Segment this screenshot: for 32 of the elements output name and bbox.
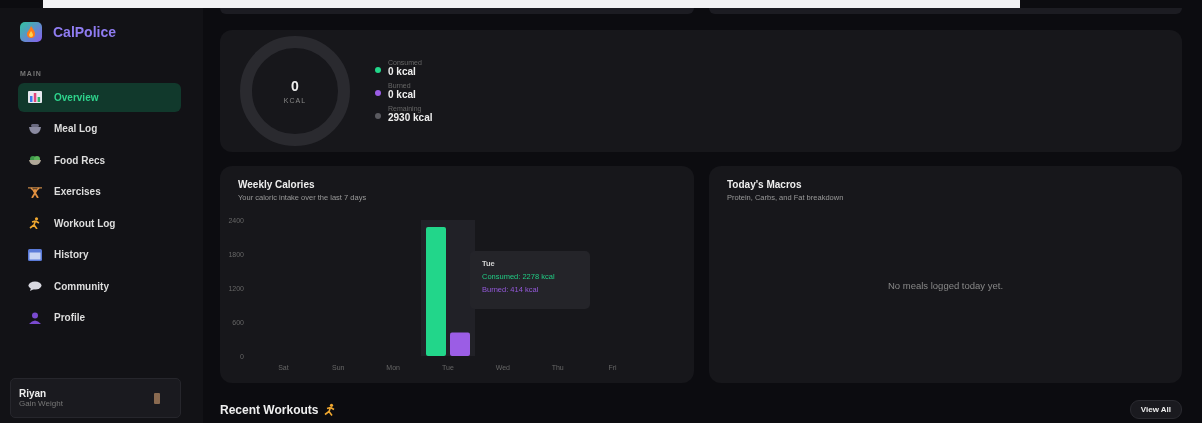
flame-logo-icon [20,22,42,42]
weightlifter-icon [28,185,42,198]
stat-value: 0 kcal [388,89,416,100]
speech-bubble-icon [28,280,42,293]
bar [450,332,470,356]
user-goal: Gain Weight [19,399,63,408]
sidebar-item[interactable]: Workout Log [18,209,181,238]
sidebar-item[interactable]: Overview [18,83,181,112]
sidebar-item[interactable]: Meal Log [18,114,181,143]
app-name: CalPolice [53,24,117,40]
sidebar-item[interactable]: Profile [18,303,181,332]
empty-message: No meals logged today yet. [887,280,1004,291]
phone-icon [154,392,160,404]
sidebar-item[interactable]: Food Recs [18,146,181,175]
sidebar-item[interactable]: Exercises [18,177,181,206]
sidebar-item[interactable]: History [18,240,181,269]
runner-icon [28,217,42,230]
bowl-icon [28,122,42,135]
user-card[interactable]: Riyan Gain Weight [10,378,181,418]
person-icon [28,311,42,324]
section-title: Recent Workouts [220,402,319,417]
user-name: Riyan [19,388,48,399]
bar-chart-icon [28,91,42,104]
sidebar-item[interactable]: Community [18,272,181,301]
stat-value: 2930 kcal [388,112,433,123]
calendar-icon [28,248,42,261]
ring-value: 0 [291,78,299,94]
salad-bowl-icon [28,154,42,167]
card-title: Weekly Calories [238,179,316,190]
stat-value: 0 kcal [388,66,417,77]
view-all-button[interactable]: View All [1129,400,1182,419]
card-title: Today's Macros [727,179,803,190]
